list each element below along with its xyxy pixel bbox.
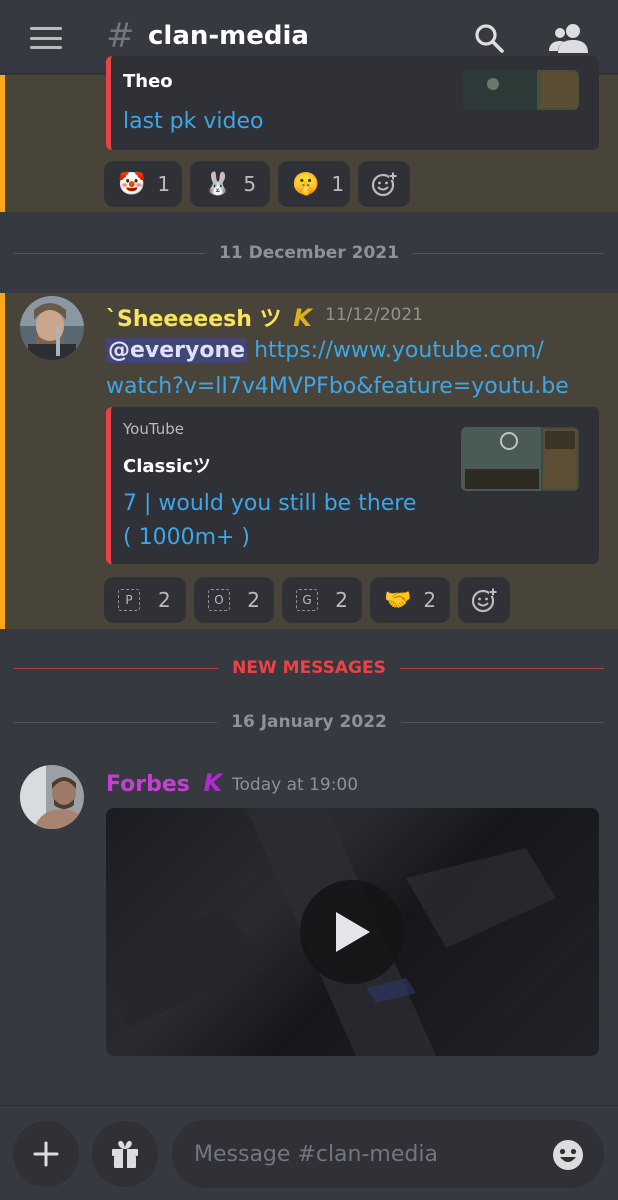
- channel-hash-icon: #: [106, 16, 135, 56]
- embed-thumbnail[interactable]: [463, 70, 579, 110]
- letter-o-emoji: O: [208, 589, 235, 611]
- message-input[interactable]: [172, 1120, 604, 1188]
- menu-icon[interactable]: [30, 27, 62, 49]
- embed-provider[interactable]: YouTube: [123, 420, 184, 438]
- everyone-mention[interactable]: @everyone: [106, 338, 248, 363]
- add-attachment-button[interactable]: [13, 1121, 79, 1187]
- reaction-clown[interactable]: 🤡 1: [104, 161, 182, 207]
- date-divider: 11 December 2021: [14, 238, 605, 268]
- members-icon[interactable]: [548, 22, 590, 54]
- embed-title-line-1: 7 | would you still be there: [123, 491, 417, 516]
- username-text: Forbes: [106, 772, 190, 797]
- add-reaction-button[interactable]: [358, 161, 410, 207]
- add-reaction-icon: [371, 172, 397, 197]
- avatar-forbes[interactable]: [20, 765, 84, 829]
- rabbit-emoji: 🐰: [204, 171, 232, 197]
- reaction-count: 2: [423, 588, 437, 612]
- reactions-row-2: P 2 O 2 G 2 🤝 2: [104, 577, 510, 623]
- date-divider-label: 16 January 2022: [231, 712, 387, 732]
- add-reaction-icon: [471, 588, 497, 613]
- avatar-sheeeeesh[interactable]: [20, 296, 84, 360]
- clown-emoji: 🤡: [118, 171, 146, 197]
- emoji-picker-icon[interactable]: [552, 1139, 584, 1171]
- youtube-link[interactable]: https://www.youtube.com/: [254, 338, 544, 363]
- clan-badge-icon: K: [203, 769, 223, 797]
- gift-icon: [112, 1140, 138, 1168]
- reaction-o[interactable]: O 2: [194, 577, 274, 623]
- embed-title-link[interactable]: last pk video: [123, 105, 263, 139]
- reaction-count: 5: [243, 172, 257, 196]
- username-sheeeeesh[interactable]: `Sheeeeesh ツ K: [106, 301, 312, 333]
- channel-title[interactable]: clan-media: [148, 21, 309, 51]
- message-timestamp: Today at 19:00: [232, 775, 359, 795]
- reaction-count: 2: [158, 588, 171, 612]
- message-content: @everyone https://www.youtube.com/ watch…: [106, 333, 606, 405]
- reaction-shush[interactable]: 🤫 1: [278, 161, 350, 207]
- new-messages-label: NEW MESSAGES: [232, 658, 386, 678]
- link-embed[interactable]: Theo last pk video: [106, 56, 599, 150]
- clan-badge-icon: K: [293, 304, 312, 332]
- username-forbes[interactable]: Forbes K: [106, 769, 222, 797]
- reaction-count: 2: [247, 588, 260, 612]
- search-icon[interactable]: [473, 22, 505, 54]
- reaction-rabbit[interactable]: 🐰 5: [190, 161, 270, 207]
- reaction-g[interactable]: G 2: [282, 577, 362, 623]
- letter-p-emoji: P: [118, 589, 146, 611]
- reaction-handshake[interactable]: 🤝 2: [370, 577, 450, 623]
- handshake-emoji: 🤝: [384, 587, 412, 613]
- gift-button[interactable]: [92, 1121, 158, 1187]
- play-button[interactable]: [300, 880, 404, 984]
- reaction-count: 1: [331, 172, 345, 196]
- reaction-count: 2: [335, 588, 348, 612]
- shushing-emoji: 🤫: [292, 171, 320, 197]
- reactions-row-1: 🤡 1 🐰 5 🤫 1: [104, 161, 410, 207]
- video-attachment[interactable]: [106, 808, 599, 1056]
- username-text: `Sheeeeesh ツ: [106, 307, 282, 332]
- plus-icon: [33, 1141, 59, 1167]
- message-composer: [0, 1105, 618, 1200]
- play-icon: [336, 912, 370, 952]
- date-divider: 16 January 2022: [14, 707, 604, 737]
- reaction-count: 1: [157, 172, 171, 196]
- embed-thumbnail[interactable]: [461, 427, 579, 491]
- youtube-link-continued[interactable]: watch?v=lI7v4MVPFbo&feature=youtu.be: [106, 374, 569, 399]
- date-divider-label: 11 December 2021: [219, 243, 399, 263]
- embed-title-line-2: ( 1000m+ ): [123, 525, 251, 550]
- embed-title-link[interactable]: 7 | would you still be there ( 1000m+ ): [123, 487, 416, 555]
- reaction-p[interactable]: P 2: [104, 577, 186, 623]
- new-messages-divider: NEW MESSAGES: [14, 653, 605, 683]
- add-reaction-button[interactable]: [458, 577, 510, 623]
- youtube-embed[interactable]: YouTube Classicツ 7 | would you still be …: [106, 407, 599, 564]
- embed-author: Theo: [123, 71, 173, 92]
- embed-author[interactable]: Classicツ: [123, 452, 211, 478]
- message-timestamp: 11/12/2021: [325, 305, 423, 325]
- letter-g-emoji: G: [296, 589, 323, 611]
